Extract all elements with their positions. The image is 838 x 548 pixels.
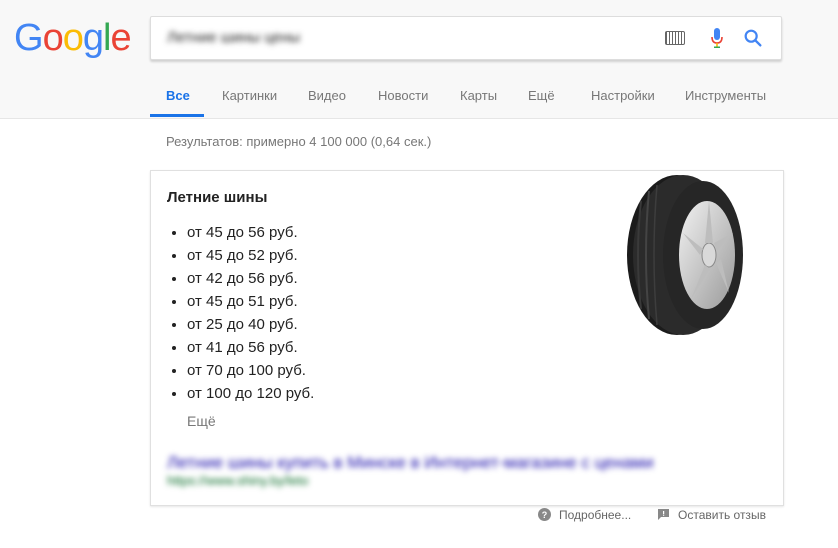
tab-more[interactable]: Ещё bbox=[528, 88, 555, 103]
more-items-link[interactable]: Ещё bbox=[187, 413, 216, 429]
header: Google Летние шины цены Все Картинки Вид… bbox=[0, 0, 838, 119]
more-info-link[interactable]: ? Подробнее... bbox=[538, 508, 631, 522]
tab-images[interactable]: Картинки bbox=[222, 88, 277, 103]
mic-icon[interactable] bbox=[711, 28, 723, 48]
results-stats: Результатов: примерно 4 100 000 (0,64 се… bbox=[166, 134, 432, 149]
list-item: от 70 до 100 руб. bbox=[187, 359, 314, 382]
price-list: от 45 до 56 руб. от 45 до 52 руб. от 42 … bbox=[167, 221, 314, 405]
logo-letter: o bbox=[42, 17, 64, 59]
logo-letter: l bbox=[102, 17, 112, 59]
logo-letter: G bbox=[14, 17, 44, 59]
more-info-label: Подробнее... bbox=[559, 508, 632, 522]
google-logo[interactable]: Google bbox=[14, 17, 132, 59]
list-item: от 25 до 40 руб. bbox=[187, 313, 314, 336]
feedback-link[interactable]: Оставить отзыв bbox=[657, 508, 766, 522]
list-item: от 100 до 120 руб. bbox=[187, 382, 314, 405]
search-input[interactable]: Летние шины цены bbox=[167, 29, 300, 46]
list-item: от 45 до 52 руб. bbox=[187, 244, 314, 267]
tab-maps[interactable]: Карты bbox=[460, 88, 497, 103]
list-item: от 45 до 51 руб. bbox=[187, 290, 314, 313]
tab-tools[interactable]: Инструменты bbox=[685, 88, 766, 103]
feedback-icon bbox=[658, 509, 669, 520]
tab-settings[interactable]: Настройки bbox=[591, 88, 655, 103]
list-item: от 42 до 56 руб. bbox=[187, 267, 314, 290]
search-box[interactable]: Летние шины цены bbox=[150, 16, 782, 60]
source-link[interactable]: Летние шины купить в Минске в Интернет-м… bbox=[167, 453, 654, 473]
snippet-title: Летние шины bbox=[167, 189, 268, 206]
svg-text:?: ? bbox=[542, 510, 548, 520]
feedback-label: Оставить отзыв bbox=[678, 508, 766, 522]
keyboard-icon[interactable] bbox=[665, 31, 685, 45]
active-tab-indicator bbox=[150, 114, 204, 117]
list-item: от 41 до 56 руб. bbox=[187, 336, 314, 359]
featured-snippet: Летние шины от 45 до 56 руб. от 45 до 52… bbox=[150, 170, 784, 506]
tab-news[interactable]: Новости bbox=[378, 88, 428, 103]
list-item: от 45 до 56 руб. bbox=[187, 221, 314, 244]
tab-video[interactable]: Видео bbox=[308, 88, 346, 103]
logo-letter: g bbox=[82, 17, 104, 59]
tab-all[interactable]: Все bbox=[166, 88, 190, 103]
source-url: https://www.shiny.by/leto bbox=[167, 473, 309, 488]
tire-image[interactable] bbox=[621, 171, 745, 337]
help-icon: ? bbox=[538, 508, 551, 521]
logo-letter: e bbox=[110, 17, 131, 59]
logo-letter: o bbox=[62, 17, 84, 59]
search-icon[interactable] bbox=[742, 27, 764, 49]
